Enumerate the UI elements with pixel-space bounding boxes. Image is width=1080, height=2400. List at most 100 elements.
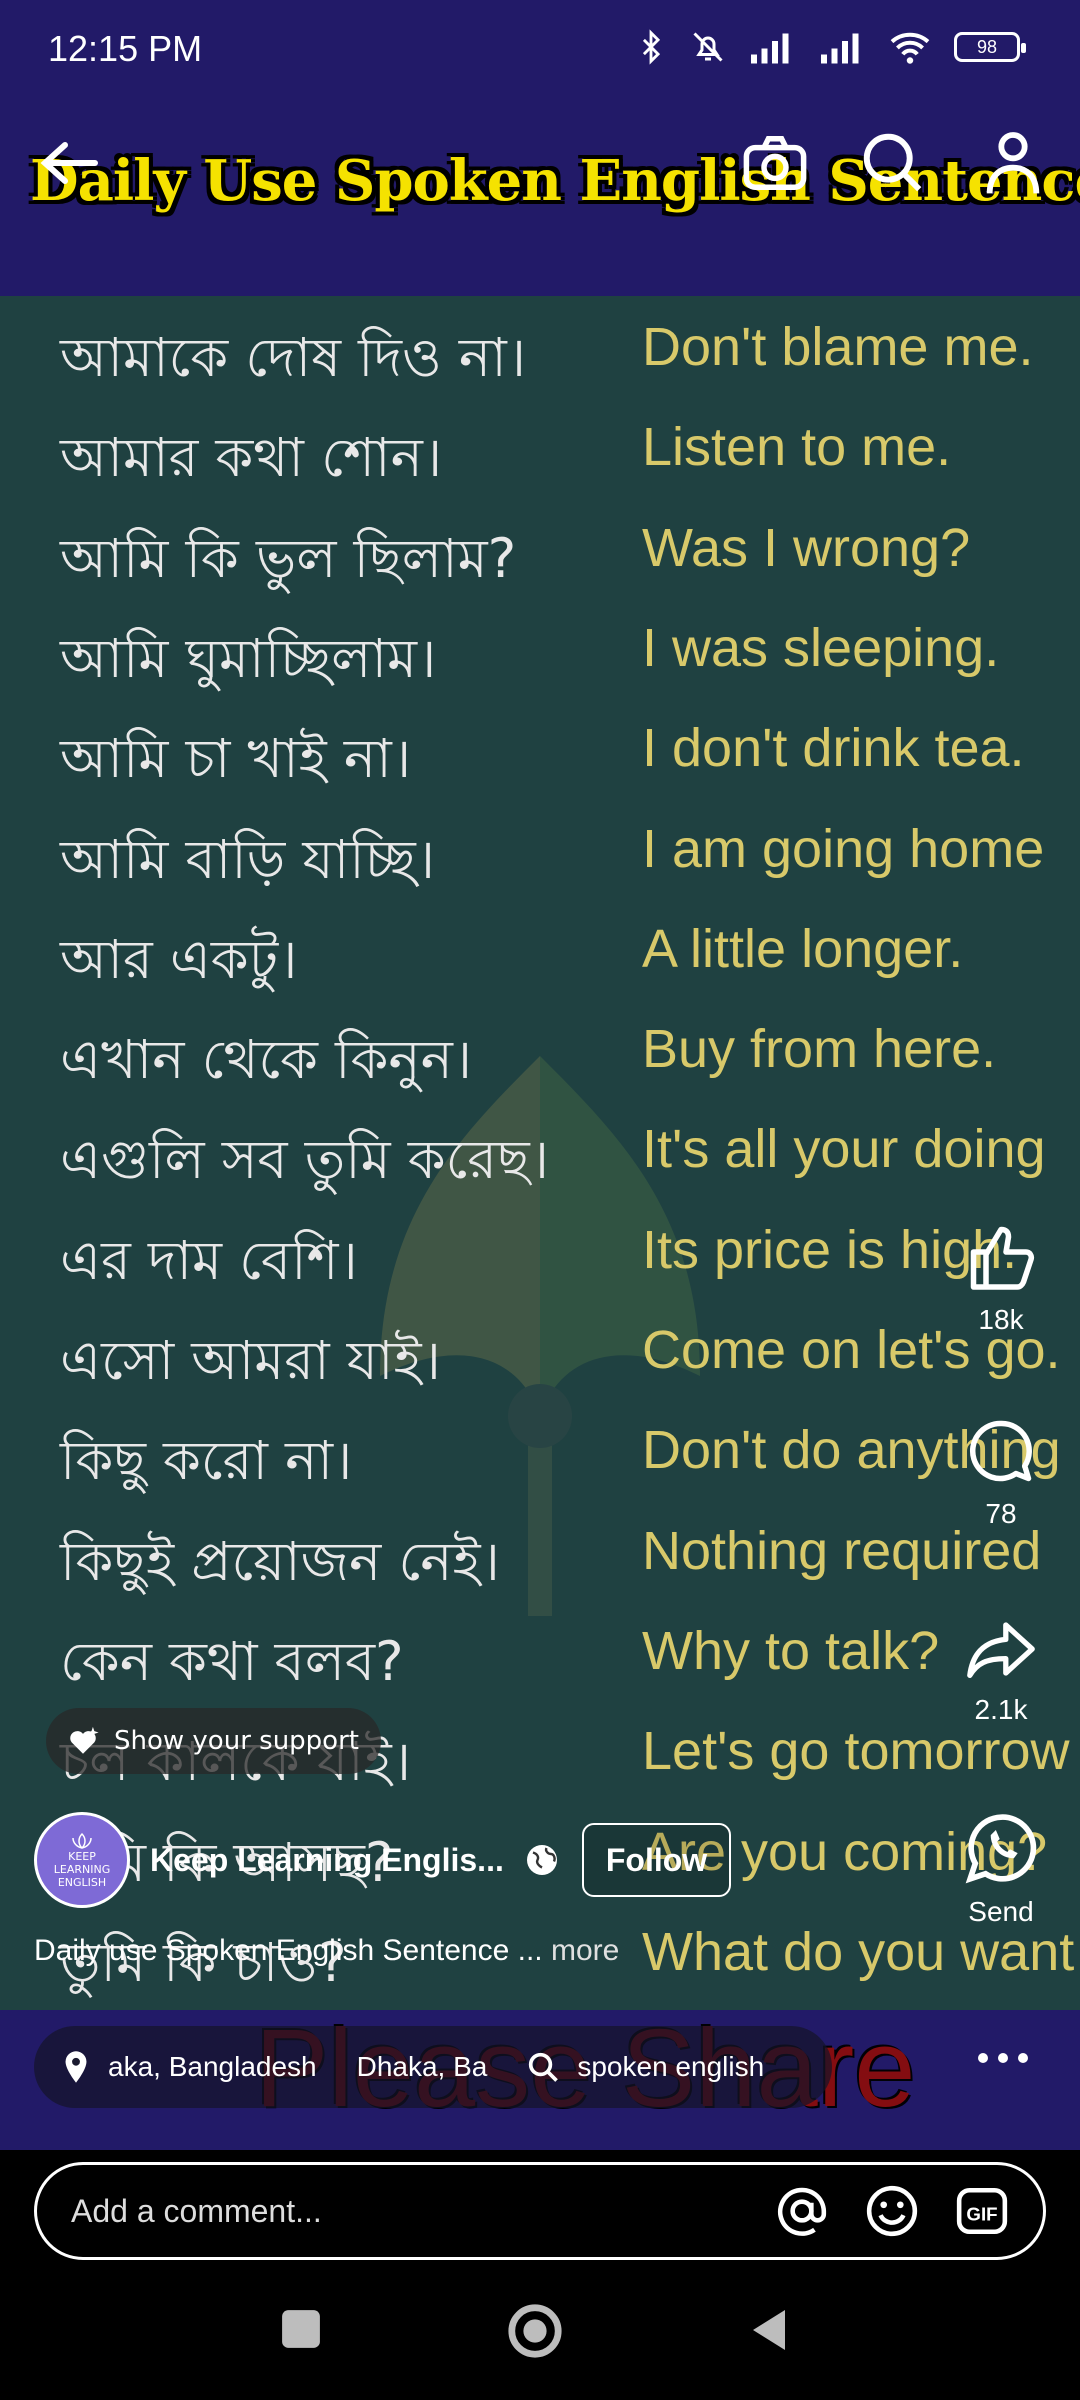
bengali-text: আমাকে দোষ দিও না। bbox=[60, 326, 527, 389]
english-text: Let's go tomorrow bbox=[642, 1721, 1070, 1782]
recents-nav-button[interactable] bbox=[280, 2308, 322, 2354]
avatar-text-3: ENGLISH bbox=[57, 1875, 107, 1889]
sparkle-heart-icon bbox=[70, 1726, 99, 1754]
signal-icon bbox=[821, 33, 859, 64]
comment-icon bbox=[969, 1420, 1032, 1482]
sentence-row: এসো আমরা যাই। Come on let's go. bbox=[0, 1311, 1080, 1411]
leaf-logo-icon bbox=[72, 1832, 92, 1849]
follow-button[interactable]: Follow bbox=[581, 1823, 732, 1897]
comment-button[interactable]: 78 bbox=[956, 1416, 1046, 1530]
share-button[interactable]: 2.1k bbox=[956, 1616, 1046, 1726]
english-text: Was I wrong? bbox=[642, 517, 971, 578]
search-icon bbox=[529, 2052, 559, 2082]
back-nav-button[interactable] bbox=[748, 2306, 790, 2358]
location-chip[interactable]: aka, Bangladesh bbox=[62, 2050, 357, 2084]
back-arrow-icon bbox=[40, 142, 98, 184]
bengali-text: কিছু করো না। bbox=[60, 1429, 353, 1493]
camera-icon bbox=[743, 136, 807, 190]
back-button[interactable] bbox=[34, 128, 104, 198]
sentence-row: আমি ঘুমাচ্ছিলাম। I was sleeping. bbox=[0, 609, 1080, 709]
bengali-text: আমি কি ভুল ছিলাম? bbox=[60, 526, 517, 590]
bengali-text: কিছুই প্রয়োজন নেই। bbox=[60, 1529, 500, 1593]
english-text: A little longer. bbox=[642, 918, 964, 979]
sentence-row: আমাকে দোষ দিও না। Don't blame me. bbox=[0, 308, 1080, 408]
home-circle-icon bbox=[508, 2304, 562, 2358]
thumbs-up-icon bbox=[970, 1226, 1035, 1290]
home-nav-button[interactable] bbox=[506, 2302, 564, 2364]
location-chip-2-label: Dhaka, Ba bbox=[356, 2051, 488, 2082]
send-label: Send bbox=[968, 1896, 1034, 1927]
location-chip-2[interactable]: Dhaka, Ba bbox=[357, 2051, 528, 2083]
english-text: Don't blame me. bbox=[642, 317, 1034, 377]
english-text: I don't drink tea. bbox=[642, 718, 1025, 779]
english-text: I was sleeping. bbox=[642, 617, 1000, 678]
comment-input[interactable]: Add a comment... GIF bbox=[34, 2162, 1046, 2260]
sentence-row: এর দাম বেশি। Its price is high. bbox=[0, 1211, 1080, 1311]
sentence-row: কেন কথা বলব? Why to talk? bbox=[0, 1612, 1080, 1712]
bengali-text: এগুলি সব তুমি করেছ। bbox=[60, 1128, 550, 1192]
like-count: 18k bbox=[978, 1304, 1024, 1335]
sentence-row: আর একটু। A little longer. bbox=[0, 910, 1080, 1010]
mention-icon[interactable] bbox=[775, 2184, 829, 2238]
search-chip[interactable]: spoken english bbox=[527, 2051, 804, 2083]
support-label: Show your support bbox=[114, 1726, 359, 1756]
send-whatsapp-button[interactable]: Send bbox=[956, 1812, 1046, 1928]
signal-icon bbox=[751, 33, 789, 64]
gif-icon[interactable]: GIF bbox=[955, 2184, 1009, 2238]
sentence-row: আমার কথা শোন। Listen to me. bbox=[0, 408, 1080, 508]
more-options-button[interactable] bbox=[975, 2030, 1031, 2076]
svg-text:GIF: GIF bbox=[966, 2203, 997, 2224]
mute-icon bbox=[693, 32, 723, 62]
bengali-text: আমার কথা শোন। bbox=[60, 426, 443, 490]
share-count: 2.1k bbox=[974, 1694, 1028, 1725]
sentence-row: কিছুই প্রয়োজন নেই। Nothing required bbox=[0, 1512, 1080, 1612]
more-dots-icon bbox=[978, 2053, 1028, 2063]
bengali-text: আমি বাড়ি যাচ্ছি। bbox=[60, 827, 436, 891]
show-support-button[interactable]: Show your support bbox=[46, 1708, 381, 1774]
sentence-row: আমি বাড়ি যাচ্ছি। I am going home bbox=[0, 810, 1080, 910]
caption[interactable]: Daily use Spoken English Sentence ... mo… bbox=[34, 1934, 619, 1968]
english-text: Buy from here. bbox=[642, 1019, 997, 1080]
english-text: Why to talk? bbox=[642, 1620, 940, 1681]
camera-button[interactable] bbox=[740, 128, 810, 198]
square-icon bbox=[282, 2310, 320, 2348]
wifi-icon bbox=[890, 32, 930, 64]
avatar[interactable]: KEEP LEARNING ENGLISH bbox=[34, 1812, 130, 1908]
bluetooth-icon bbox=[642, 29, 661, 65]
english-text: Listen to me. bbox=[642, 417, 952, 478]
whatsapp-icon bbox=[965, 1814, 1037, 1884]
avatar-text-2: LEARNING bbox=[53, 1862, 111, 1876]
battery-icon: 98 bbox=[954, 32, 1026, 62]
bengali-text: কেন কথা বলব? bbox=[60, 1629, 404, 1693]
profile-icon bbox=[986, 132, 1040, 194]
location-chip-label: aka, Bangladesh bbox=[108, 2051, 317, 2082]
location-pin-icon bbox=[65, 2051, 87, 2083]
bengali-text: এর দাম বেশি। bbox=[60, 1228, 358, 1292]
emoji-icon[interactable] bbox=[865, 2184, 919, 2238]
status-icons: 98 bbox=[634, 28, 1026, 66]
english-text: I am going home bbox=[642, 818, 1045, 879]
sentence-row: আমি কি ভুল ছিলাম? Was I wrong? bbox=[0, 509, 1080, 609]
search-chip-label: spoken english bbox=[577, 2051, 765, 2082]
comment-placeholder: Add a comment... bbox=[71, 2192, 322, 2229]
globe-icon bbox=[526, 1845, 557, 1875]
english-text: What do you want bbox=[642, 1921, 1075, 1982]
share-arrow-icon bbox=[967, 1622, 1035, 1679]
caption-more-link[interactable]: more bbox=[551, 1934, 619, 1967]
caption-text: Daily use Spoken English Sentence ... bbox=[34, 1934, 543, 1967]
comment-count: 78 bbox=[985, 1498, 1017, 1529]
author-name[interactable]: Keep Learning Englis... bbox=[150, 1842, 504, 1879]
sentence-row: কিছু করো না। Don't do anything bbox=[0, 1411, 1080, 1511]
sentence-row: এখান থেকে কিনুন। Buy from here. bbox=[0, 1010, 1080, 1110]
status-time: 12:15 PM bbox=[48, 28, 203, 69]
bengali-text: এসো আমরা যাই। bbox=[60, 1329, 441, 1392]
sentence-row: আমি চা খাই না। I don't drink tea. bbox=[0, 709, 1080, 809]
sentence-row: এগুলি সব তুমি করেছ। It's all your doing bbox=[0, 1110, 1080, 1210]
bengali-text: এখান থেকে কিনুন। bbox=[60, 1028, 473, 1092]
search-button[interactable] bbox=[858, 128, 928, 198]
avatar-text-1: KEEP bbox=[68, 1849, 96, 1863]
profile-button[interactable] bbox=[978, 128, 1048, 198]
bengali-text: আমি ঘুমাচ্ছিলাম। bbox=[60, 626, 437, 690]
bengali-text: আর একটু। bbox=[60, 927, 298, 991]
like-button[interactable]: 18k bbox=[956, 1222, 1046, 1336]
